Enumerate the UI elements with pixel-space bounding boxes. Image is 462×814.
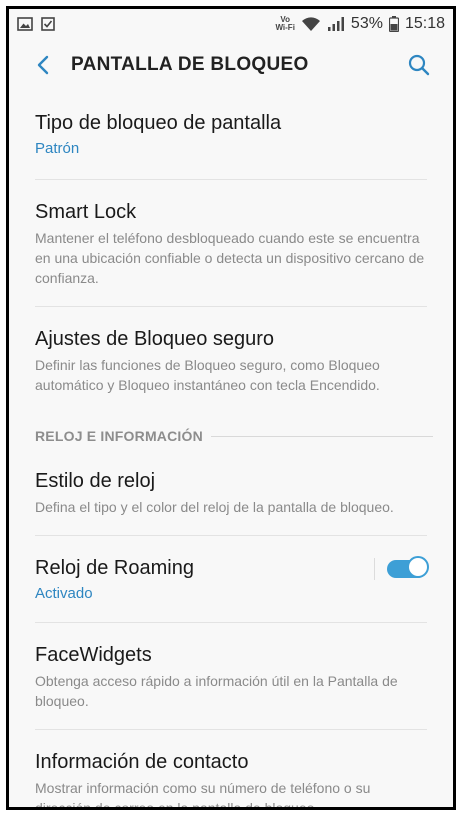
page-title: PANTALLA DE BLOQUEO [71, 54, 309, 75]
section-label: RELOJ E INFORMACIÓN [35, 428, 203, 444]
setting-screen-lock-type[interactable]: Tipo de bloqueo de pantalla Patrón [9, 91, 453, 179]
setting-clock-style[interactable]: Estilo de reloj Defina el tipo y el colo… [9, 455, 453, 535]
battery-percent: 53% [350, 15, 383, 32]
search-icon [408, 54, 430, 76]
setting-contact-info[interactable]: Información de contacto Mostrar informac… [9, 730, 453, 810]
clock: 15:18 [404, 15, 445, 32]
app-header: PANTALLA DE BLOQUEO [9, 39, 453, 91]
section-line [210, 435, 433, 437]
toggle-separator [374, 558, 375, 580]
status-bar: Vo Wi‑Fi 53% 15:18 [9, 9, 453, 39]
checkbox-icon [41, 17, 55, 31]
setting-title: Ajustes de Bloqueo seguro [35, 328, 275, 350]
setting-facewidgets[interactable]: FaceWidgets Obtenga acceso rápido a info… [9, 623, 453, 729]
setting-value: Activado [35, 585, 93, 602]
image-icon [17, 17, 33, 31]
setting-title: Reloj de Roaming [35, 557, 194, 579]
wifi-icon [301, 16, 321, 32]
setting-title: FaceWidgets [35, 644, 152, 666]
toggle-knob [407, 556, 429, 578]
chevron-left-icon [37, 55, 49, 75]
search-button[interactable] [399, 45, 439, 85]
setting-title: Estilo de reloj [35, 470, 156, 492]
signal-icon [327, 16, 345, 32]
setting-description: Defina el tipo y el color del reloj de l… [35, 499, 394, 515]
vowifi-icon: Vo Wi‑Fi [275, 16, 294, 32]
back-button[interactable] [23, 45, 63, 85]
setting-title: Información de contacto [35, 751, 249, 773]
roaming-clock-toggle[interactable] [387, 556, 429, 582]
setting-description: Definir las funciones de Bloqueo seguro,… [35, 357, 380, 393]
battery-icon [388, 16, 399, 32]
setting-title: Tipo de bloqueo de pantalla [35, 112, 282, 134]
setting-description: Mostrar información como su número de te… [35, 780, 371, 810]
setting-title: Smart Lock [35, 201, 137, 223]
phone-screen: Vo Wi‑Fi 53% 15:18 PANTALLA DE BLOQUEO T… [6, 6, 456, 810]
setting-description: Obtenga acceso rápido a información útil… [35, 673, 398, 709]
section-header-clock-info: RELOJ E INFORMACIÓN [9, 421, 453, 451]
setting-description: Mantener el teléfono desbloqueado cuando… [35, 230, 425, 286]
setting-smart-lock[interactable]: Smart Lock Mantener el teléfono desbloqu… [9, 180, 453, 306]
status-right: Vo Wi‑Fi 53% 15:18 [275, 15, 445, 33]
setting-roaming-clock[interactable]: Reloj de Roaming Activado [9, 536, 453, 622]
settings-list: Tipo de bloqueo de pantalla Patrón Smart… [9, 91, 453, 810]
status-left [17, 17, 55, 31]
vowifi-line2: Wi‑Fi [275, 23, 295, 32]
setting-value: Patrón [35, 140, 80, 157]
setting-secure-lock[interactable]: Ajustes de Bloqueo seguro Definir las fu… [9, 307, 453, 413]
